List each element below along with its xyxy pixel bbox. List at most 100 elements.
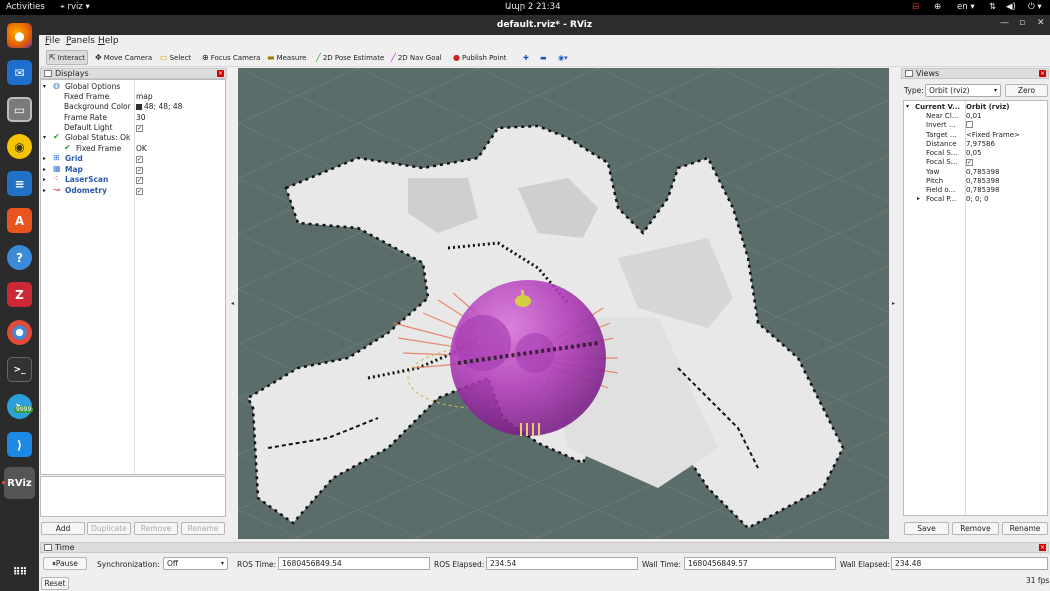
window-titlebar[interactable]: default.rviz* - RViz — ▫ ✕ [39, 15, 1050, 35]
focal-shape-checkbox[interactable]: ✓ [966, 159, 973, 166]
float-panel-icon[interactable] [44, 70, 52, 77]
laserscan-checkbox[interactable]: ✓ [136, 177, 143, 184]
language-indicator[interactable]: en ▾ [957, 2, 975, 12]
ros-elapsed-field[interactable]: 234.54 [486, 557, 638, 570]
map-checkbox[interactable]: ✓ [136, 167, 143, 174]
remove-display-button[interactable]: Remove [134, 522, 178, 535]
pose-estimate-tool-button[interactable]: ╱ 2D Pose Estimate [314, 50, 386, 65]
prop-focal-point[interactable]: ▸ Focal P... 0; 0; 0 [904, 195, 1047, 204]
tree-row-odometry[interactable]: ▸ ↝ Odometry ✓ [41, 185, 225, 196]
minimize-icon[interactable]: — [1000, 18, 1009, 28]
menu-panels[interactable]: Panels [66, 36, 95, 46]
menu-help[interactable]: Help [98, 36, 119, 46]
files-icon[interactable]: ▭ [7, 97, 32, 122]
tool-properties-icon[interactable]: ◉▾ [556, 50, 570, 65]
prop-current-view[interactable]: ▾ Current V... Orbit (rviz) [904, 103, 1047, 112]
view-properties-tree[interactable]: ▾ Current V... Orbit (rviz) Near Cl... 0,… [903, 100, 1048, 516]
float-panel-icon[interactable] [44, 544, 52, 551]
remove-tool-icon[interactable]: ▬ [538, 50, 549, 65]
displays-tree[interactable]: ▾ ◍ Global Options Fixed Frame map Backg… [40, 79, 226, 475]
window-title: default.rviz* - RViz [496, 20, 593, 30]
save-view-button[interactable]: Save [904, 522, 949, 535]
zotero-icon[interactable]: Z [7, 282, 32, 307]
prop-focal-shape-fixed[interactable]: Focal S... ✓ [904, 158, 1047, 167]
tree-row-default-light[interactable]: Default Light ✓ [41, 123, 225, 133]
prop-distance[interactable]: Distance 7,97586 [904, 140, 1047, 149]
3d-render-viewport[interactable] [238, 68, 889, 539]
prop-near-clip[interactable]: Near Cl... 0,01 [904, 112, 1047, 121]
add-display-button[interactable]: Add [41, 522, 85, 535]
tree-row-frame-rate[interactable]: Frame Rate 30 [41, 113, 225, 123]
nav-goal-tool-button[interactable]: ╱ 2D Nav Goal [389, 50, 444, 65]
firefox-icon[interactable]: ● [7, 23, 32, 48]
rename-display-button[interactable]: Rename [181, 522, 225, 535]
maximize-icon[interactable]: ▫ [1019, 18, 1025, 28]
rename-view-button[interactable]: Rename [1002, 522, 1048, 535]
prop-field-of-view[interactable]: Field o... 0,785398 [904, 186, 1047, 195]
tree-row-global-status[interactable]: ▾ ✔ Global Status: Ok [41, 132, 225, 143]
invert-z-checkbox[interactable] [966, 121, 973, 128]
grid-checkbox[interactable]: ✓ [136, 156, 143, 163]
record-indicator-icon[interactable]: ⊟ [912, 2, 919, 12]
chrome-icon[interactable] [7, 320, 32, 345]
prop-target-frame[interactable]: Target ... <Fixed Frame> [904, 131, 1047, 140]
rhythmbox-icon[interactable]: ◉ [7, 134, 32, 159]
accessibility-icon[interactable]: ⊕ [934, 2, 941, 12]
left-splitter[interactable]: ◂ [228, 68, 238, 539]
tree-row-map[interactable]: ▸ ▦ Map ✓ [41, 164, 225, 175]
tree-row-fixed-frame-status[interactable]: ✔ Fixed Frame OK [41, 143, 225, 154]
ros-time-field[interactable]: 1680456849.54 [278, 557, 430, 570]
sync-select[interactable]: Off ▾ [163, 557, 228, 570]
wall-elapsed-field[interactable]: 234.48 [891, 557, 1048, 570]
menu-file[interactable]: File [45, 36, 60, 46]
clock[interactable]: Ապր 2 21:34 [505, 2, 561, 12]
interact-tool-button[interactable]: ⇱ Interact [46, 50, 89, 65]
float-panel-icon[interactable] [905, 70, 913, 77]
tree-row-laserscan[interactable]: ▸ ⁘ LaserScan ✓ [41, 174, 225, 185]
terminal-icon[interactable]: >_ [7, 357, 32, 382]
power-icon[interactable]: ⏻ ▾ [1028, 2, 1042, 12]
thunderbird-icon[interactable]: ✉ [7, 60, 32, 85]
remove-view-button[interactable]: Remove [952, 522, 999, 535]
close-panel-icon[interactable]: × [1039, 70, 1046, 77]
zero-view-button[interactable]: Zero [1005, 84, 1048, 97]
focus-camera-tool-button[interactable]: ⊕ Focus Camera [200, 50, 262, 65]
duplicate-display-button[interactable]: Duplicate [87, 522, 131, 535]
right-splitter[interactable]: ▸ [889, 68, 899, 539]
chevron-down-icon: ▾ [220, 560, 224, 567]
app-menu[interactable]: ⌖ rviz ▾ [60, 2, 90, 12]
tree-row-background-color[interactable]: Background Color 48; 48; 48 [41, 102, 225, 112]
pause-button[interactable]: ⏸Pause [43, 557, 87, 570]
prop-invert-z[interactable]: Invert ... [904, 121, 1047, 130]
close-panel-icon[interactable]: × [217, 70, 224, 77]
help-icon[interactable]: ? [7, 245, 32, 270]
rviz-dock-icon[interactable]: RViz [4, 467, 35, 499]
default-light-checkbox[interactable]: ✓ [136, 125, 143, 132]
add-tool-icon[interactable]: ✚ [521, 50, 531, 65]
select-icon: ▭ [160, 53, 168, 62]
prop-yaw[interactable]: Yaw 0,785398 [904, 168, 1047, 177]
writer-icon[interactable]: ≡ [7, 171, 32, 196]
publish-point-tool-button[interactable]: ● Publish Point [451, 50, 509, 65]
move-camera-tool-button[interactable]: ✥ Move Camera [93, 50, 154, 65]
vscode-icon[interactable]: ⟩ [7, 432, 32, 457]
software-center-icon[interactable]: A [7, 208, 32, 233]
volume-icon[interactable]: ◀) [1006, 2, 1016, 12]
map-pin-icon: ● [453, 53, 460, 62]
wall-time-field[interactable]: 1680456849.57 [684, 557, 836, 570]
prop-pitch[interactable]: Pitch 0,785398 [904, 177, 1047, 186]
select-tool-button[interactable]: ▭ Select [158, 50, 193, 65]
odometry-checkbox[interactable]: ✓ [136, 188, 143, 195]
tree-row-fixed-frame[interactable]: Fixed Frame map [41, 92, 225, 102]
show-applications-icon[interactable]: ⠿⠿ [7, 560, 32, 585]
close-panel-icon[interactable]: × [1039, 544, 1046, 551]
activities-button[interactable]: Activities [6, 2, 45, 12]
prop-focal-shape-size[interactable]: Focal S... 0,05 [904, 149, 1047, 158]
measure-tool-button[interactable]: ▬ Measure [265, 50, 308, 65]
reset-button[interactable]: Reset [41, 577, 69, 590]
tree-row-grid[interactable]: ▸ ⊞ Grid ✓ [41, 153, 225, 164]
close-icon[interactable]: ✕ [1037, 18, 1045, 28]
tree-row-global-options[interactable]: ▾ ◍ Global Options [41, 81, 225, 92]
view-type-select[interactable]: Orbit (rviz) ▾ [925, 84, 1001, 97]
network-icon[interactable]: ⇅ [989, 2, 996, 12]
